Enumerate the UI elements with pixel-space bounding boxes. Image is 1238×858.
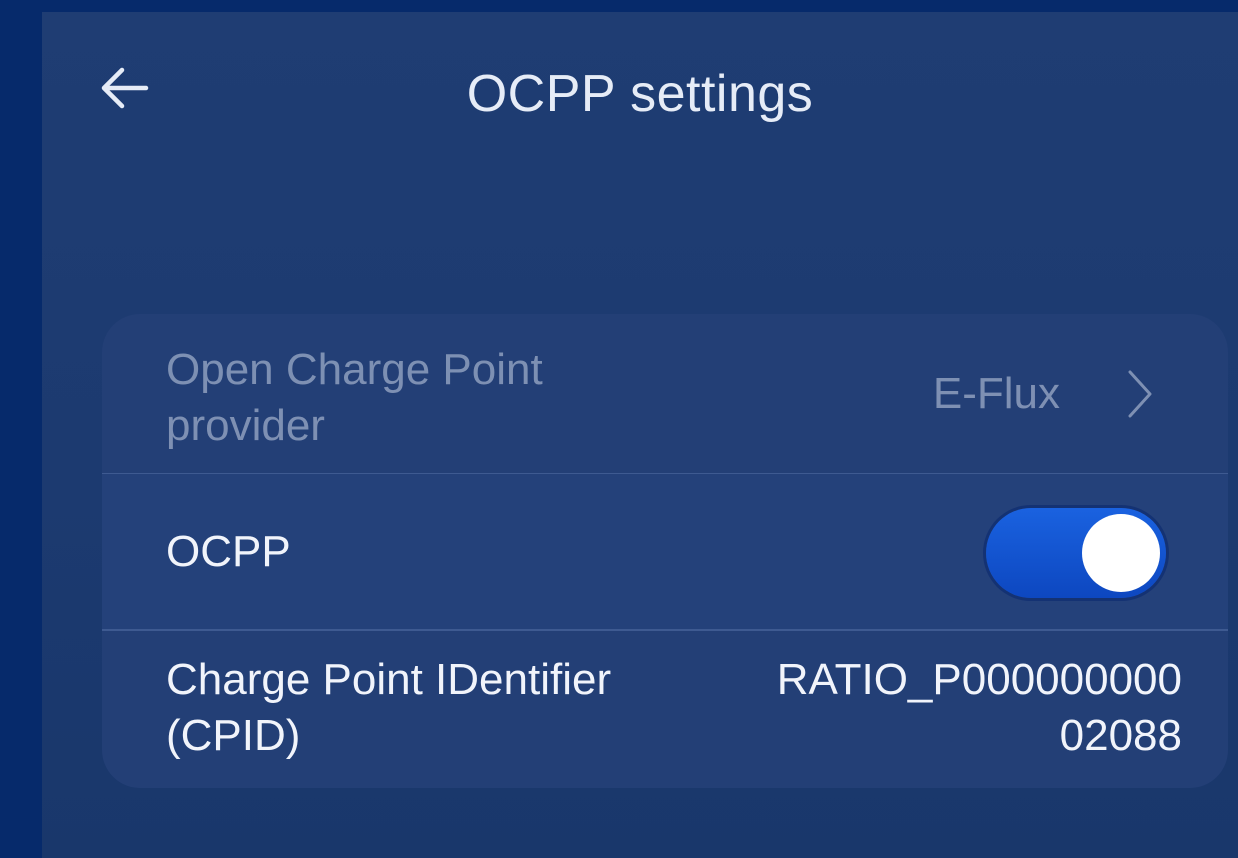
settings-card: Open Charge Point provider E-Flux OCPP C… bbox=[102, 314, 1228, 788]
page-title: OCPP settings bbox=[466, 65, 814, 123]
provider-value: E-Flux bbox=[932, 369, 1060, 418]
cpid-value: RATIO_P00000000002088 bbox=[776, 655, 1182, 760]
ocpp-row: OCPP bbox=[102, 474, 1228, 630]
ocpp-label: OCPP bbox=[166, 527, 291, 576]
provider-row[interactable]: Open Charge Point provider E-Flux bbox=[102, 314, 1228, 474]
provider-label: Open Charge Point provider bbox=[166, 345, 543, 450]
settings-screen: OCPP settings Open Charge Point provider… bbox=[42, 12, 1238, 858]
ocpp-toggle[interactable] bbox=[986, 508, 1166, 598]
toggle-knob bbox=[1082, 514, 1160, 592]
cpid-label: Charge Point IDentifier (CPID) bbox=[166, 655, 612, 760]
chevron-right-icon bbox=[1128, 370, 1152, 418]
cpid-row: Charge Point IDentifier (CPID) RATIO_P00… bbox=[102, 630, 1228, 788]
